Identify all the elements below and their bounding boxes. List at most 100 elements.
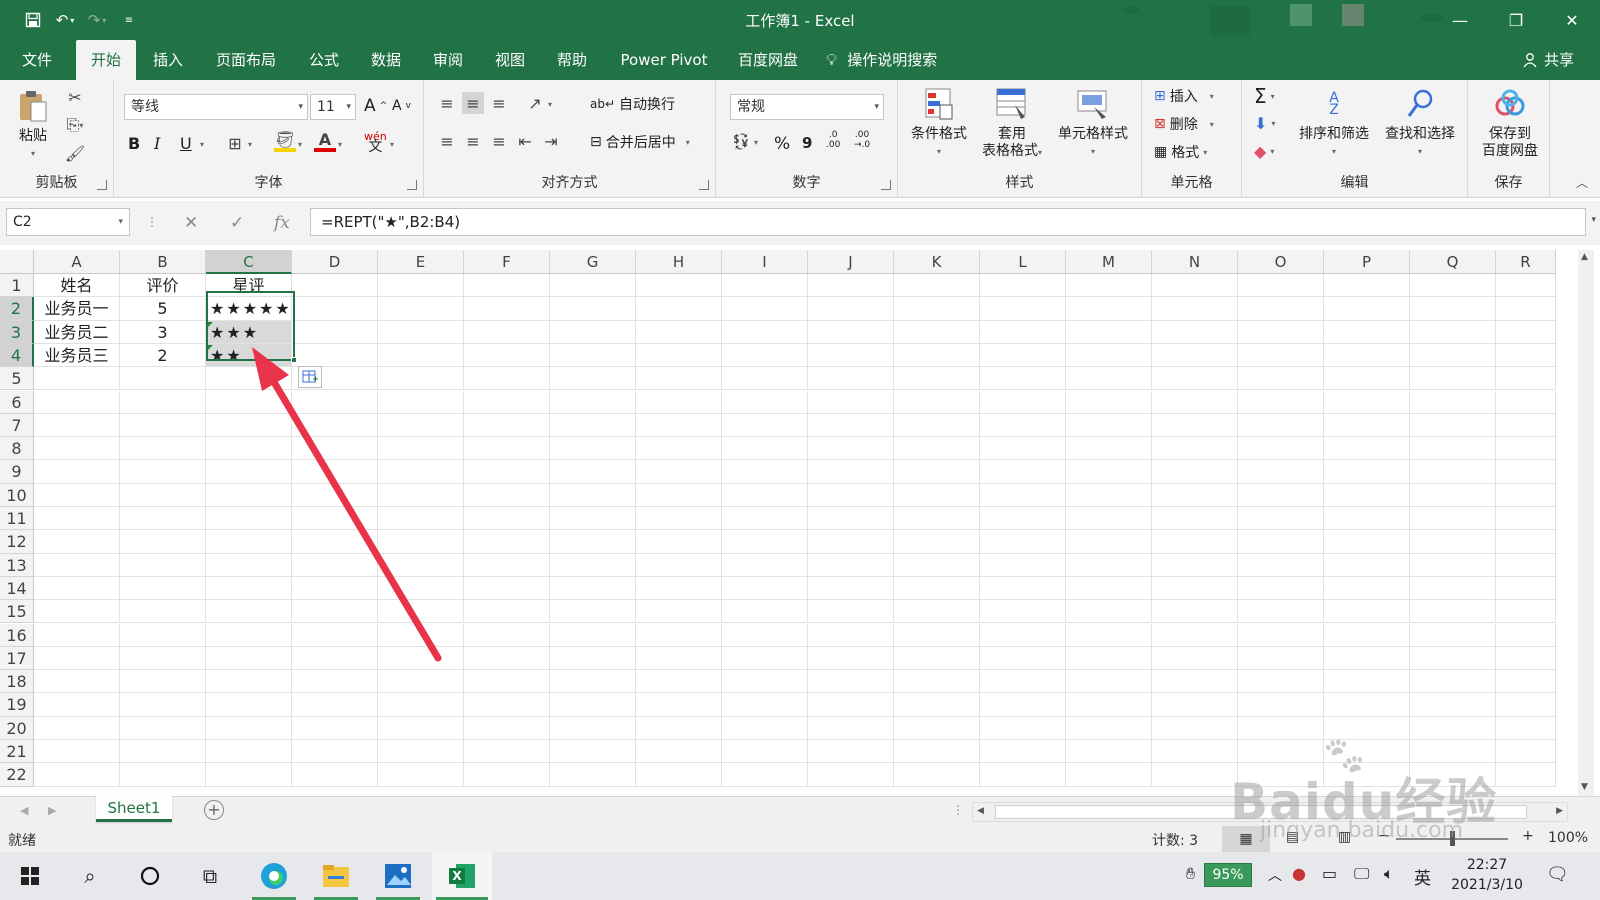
name-box[interactable]: C2 ▾ <box>6 208 130 236</box>
cell-c16[interactable] <box>206 623 292 647</box>
cell-n13[interactable] <box>1152 553 1238 577</box>
row-header-2[interactable]: 2 <box>0 297 34 321</box>
scroll-left-icon[interactable]: ◀ <box>977 806 984 816</box>
cell-d12[interactable] <box>292 530 378 554</box>
cell-p4[interactable] <box>1324 343 1410 368</box>
cell-g20[interactable] <box>550 716 636 740</box>
cell-n5[interactable] <box>1152 367 1238 391</box>
cell-m10[interactable] <box>1066 483 1152 507</box>
cell-p1[interactable] <box>1324 274 1410 298</box>
scroll-up-icon[interactable]: ▲ <box>1581 252 1588 262</box>
column-header-g[interactable]: G <box>550 250 636 274</box>
cell-e22[interactable] <box>378 763 464 787</box>
cell-r18[interactable] <box>1496 670 1556 694</box>
cell-a7[interactable] <box>34 413 120 438</box>
cell-styles-button[interactable]: 单元格样式 ▾ <box>1050 86 1136 160</box>
cell-l6[interactable] <box>980 390 1066 414</box>
cell-b18[interactable] <box>120 670 206 694</box>
cell-n11[interactable] <box>1152 507 1238 531</box>
cell-f20[interactable] <box>464 716 550 740</box>
copy-icon[interactable]: ⎘ ▾ <box>64 114 86 136</box>
cell-i19[interactable] <box>722 693 808 717</box>
column-header-m[interactable]: M <box>1066 250 1152 274</box>
cell-c6[interactable] <box>206 390 292 414</box>
cell-b2[interactable]: 5 <box>120 297 206 321</box>
show-hidden-icons[interactable]: ︿ <box>1268 865 1282 885</box>
cell-m17[interactable] <box>1066 646 1152 671</box>
cell-m13[interactable] <box>1066 553 1152 577</box>
cell-n12[interactable] <box>1152 530 1238 554</box>
cell-a1[interactable]: 姓名 <box>34 274 120 298</box>
cell-a22[interactable] <box>34 763 120 787</box>
cell-l17[interactable] <box>980 646 1066 671</box>
cell-o14[interactable] <box>1238 576 1324 601</box>
cell-i10[interactable] <box>722 483 808 507</box>
cell-f3[interactable] <box>464 320 550 344</box>
bold-button[interactable]: B <box>128 134 140 153</box>
tab-home[interactable]: 开始 <box>76 40 136 80</box>
column-header-f[interactable]: F <box>464 250 550 274</box>
paste-button[interactable]: 粘贴 ▾ <box>16 88 50 162</box>
row-header-14[interactable]: 14 <box>0 576 34 601</box>
prev-sheet-icon[interactable]: ◀ <box>20 804 28 817</box>
zoom-in-icon[interactable]: + <box>1522 828 1534 844</box>
vertical-scrollbar[interactable]: ▲ ▼ <box>1578 250 1594 796</box>
cell-i16[interactable] <box>722 623 808 647</box>
cell-j9[interactable] <box>808 460 894 484</box>
cell-r19[interactable] <box>1496 693 1556 717</box>
formula-input[interactable]: =REPT("★",B2:B4) <box>310 208 1586 236</box>
cell-e7[interactable] <box>378 413 464 438</box>
cell-g8[interactable] <box>550 437 636 461</box>
cell-j8[interactable] <box>808 437 894 461</box>
cell-d9[interactable] <box>292 460 378 484</box>
cell-f16[interactable] <box>464 623 550 647</box>
format-as-table-button[interactable]: 套用 表格格式▾ <box>974 86 1050 161</box>
cell-p6[interactable] <box>1324 390 1410 414</box>
cell-c12[interactable] <box>206 530 292 554</box>
cell-p14[interactable] <box>1324 576 1410 601</box>
row-header-11[interactable]: 11 <box>0 507 34 531</box>
column-header-d[interactable]: D <box>292 250 378 274</box>
cell-c17[interactable] <box>206 646 292 671</box>
format-cells-button[interactable]: ▦ 格式 ▾ <box>1154 142 1207 162</box>
cell-h7[interactable] <box>636 413 722 438</box>
excel-icon[interactable]: X <box>432 852 492 900</box>
horizontal-scroll-thumb[interactable] <box>995 805 1527 819</box>
cell-n21[interactable] <box>1152 740 1238 764</box>
cell-k16[interactable] <box>894 623 980 647</box>
cell-o9[interactable] <box>1238 460 1324 484</box>
cell-j12[interactable] <box>808 530 894 554</box>
cell-f17[interactable] <box>464 646 550 671</box>
cell-m7[interactable] <box>1066 413 1152 438</box>
cell-q17[interactable] <box>1410 646 1496 671</box>
cell-i6[interactable] <box>722 390 808 414</box>
cell-p8[interactable] <box>1324 437 1410 461</box>
cell-q3[interactable] <box>1410 320 1496 344</box>
cell-d17[interactable] <box>292 646 378 671</box>
cell-k5[interactable] <box>894 367 980 391</box>
cell-k20[interactable] <box>894 716 980 740</box>
cell-l5[interactable] <box>980 367 1066 391</box>
increase-indent-icon[interactable]: ⇥ <box>540 130 562 152</box>
cell-i21[interactable] <box>722 740 808 764</box>
cell-a3[interactable]: 业务员二 <box>34 320 120 344</box>
row-header-15[interactable]: 15 <box>0 600 34 624</box>
cell-c5[interactable] <box>206 367 292 391</box>
sort-filter-button[interactable]: AZ 排序和筛选 ▾ <box>1294 86 1374 160</box>
cell-h14[interactable] <box>636 576 722 601</box>
cell-b7[interactable] <box>120 413 206 438</box>
normal-view-icon[interactable]: ▦ <box>1222 826 1270 852</box>
cell-q13[interactable] <box>1410 553 1496 577</box>
cell-d10[interactable] <box>292 483 378 507</box>
zoom-out-icon[interactable]: − <box>1378 828 1390 844</box>
cell-j15[interactable] <box>808 600 894 624</box>
cell-h15[interactable] <box>636 600 722 624</box>
cell-b8[interactable] <box>120 437 206 461</box>
select-all-button[interactable] <box>0 250 34 274</box>
cell-a12[interactable] <box>34 530 120 554</box>
cell-c13[interactable] <box>206 553 292 577</box>
cell-h18[interactable] <box>636 670 722 694</box>
expand-formula-bar-icon[interactable]: ▾ <box>1591 215 1596 225</box>
cell-e20[interactable] <box>378 716 464 740</box>
cell-q19[interactable] <box>1410 693 1496 717</box>
